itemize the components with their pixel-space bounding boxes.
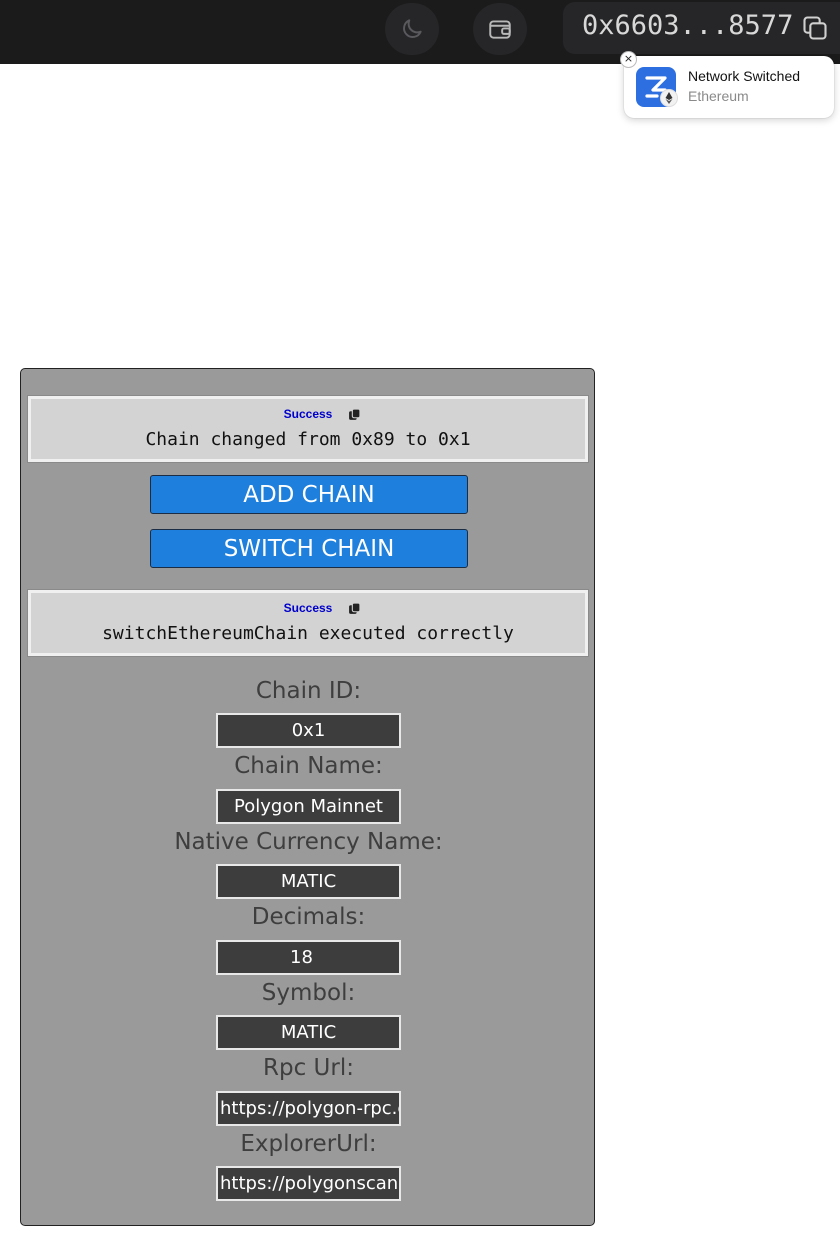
decimals-label: Decimals: bbox=[251, 904, 366, 930]
network-toast: Network Switched Ethereum bbox=[624, 56, 834, 118]
top-bar: 0x6603...8577 bbox=[0, 0, 840, 64]
symbol-label: Symbol: bbox=[261, 980, 356, 1006]
ethereum-icon bbox=[660, 89, 678, 107]
status-message-text-2: switchEthereumChain executed correctly bbox=[102, 623, 514, 644]
wallet-icon bbox=[489, 20, 511, 39]
decimals-input[interactable]: 18 bbox=[216, 940, 401, 975]
chain-name-input[interactable]: Polygon Mainnet bbox=[216, 789, 401, 824]
chain-id-input[interactable]: 0x1 bbox=[216, 713, 401, 748]
wallet-address[interactable]: 0x6603...8577 bbox=[582, 10, 793, 41]
status-message-2: Success switchEthereumChain executed cor… bbox=[28, 590, 588, 656]
explorer-url-label: ExplorerUrl: bbox=[240, 1131, 377, 1157]
chain-panel: Success Chain changed from 0x89 to 0x1 A… bbox=[20, 368, 595, 1226]
native-currency-label: Native Currency Name: bbox=[174, 829, 443, 855]
status-label-2: Success bbox=[283, 601, 333, 615]
copy-icon[interactable] bbox=[348, 408, 361, 421]
switch-chain-button[interactable]: SWITCH CHAIN bbox=[150, 529, 468, 568]
add-chain-button[interactable]: ADD CHAIN bbox=[150, 475, 468, 514]
moon-icon bbox=[403, 19, 422, 38]
toast-title: Network Switched bbox=[688, 68, 801, 84]
chain-id-label: Chain ID: bbox=[255, 678, 362, 704]
status-message-1: Success Chain changed from 0x89 to 0x1 bbox=[28, 396, 588, 462]
explorer-url-input[interactable]: https://polygonscan.com/ bbox=[216, 1166, 401, 1201]
rpc-url-label: Rpc Url: bbox=[263, 1055, 354, 1081]
copy-icon[interactable] bbox=[348, 602, 361, 615]
chain-name-label: Chain Name: bbox=[234, 753, 383, 779]
toast-close-button[interactable]: × bbox=[620, 51, 637, 68]
copy-icon[interactable] bbox=[801, 14, 829, 42]
status-label-1: Success bbox=[283, 407, 333, 421]
native-currency-input[interactable]: MATIC bbox=[216, 864, 401, 899]
toast-subtitle: Ethereum bbox=[688, 88, 749, 104]
rpc-url-input[interactable]: https://polygon-rpc.com/ bbox=[216, 1091, 401, 1126]
symbol-input[interactable]: MATIC bbox=[216, 1015, 401, 1050]
theme-toggle-button[interactable] bbox=[385, 3, 439, 55]
wallet-button[interactable] bbox=[473, 3, 527, 55]
status-message-text-1: Chain changed from 0x89 to 0x1 bbox=[145, 429, 471, 450]
